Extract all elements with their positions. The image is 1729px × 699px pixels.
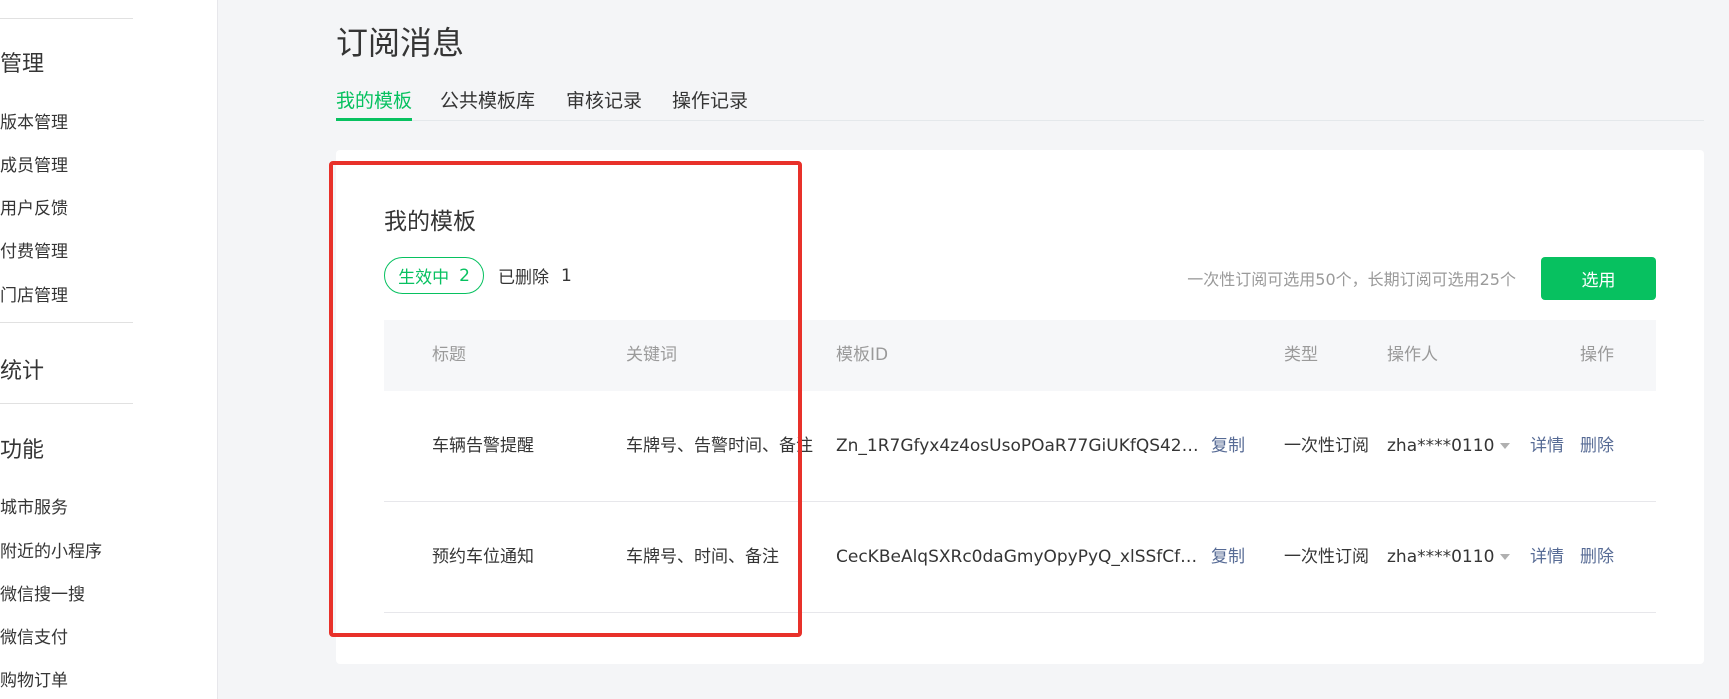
delete-button[interactable]: 删除 (1580, 391, 1614, 502)
row-template-id: Zn_1R7Gfyx4z4osUsoPOaR77GiUKfQS42LJ... (836, 436, 1201, 456)
tab-public-library[interactable]: 公共模板库 (440, 86, 535, 121)
filter-active[interactable]: 生效中 2 (384, 257, 484, 294)
card-title: 我的模板 (384, 209, 476, 235)
sidebar-item-version[interactable]: 版本管理 (0, 108, 68, 133)
sidebar-item-nearby[interactable]: 附近的小程序 (0, 537, 102, 562)
header-keywords: 关键词 (626, 345, 677, 365)
sidebar-section-stats[interactable]: 统计 (0, 353, 44, 385)
delete-button[interactable]: 删除 (1580, 502, 1614, 613)
row-type: 一次性订阅 (1284, 547, 1369, 567)
table-header: 标题 关键词 模板ID 类型 操作人 操作 (384, 320, 1656, 391)
filter-deleted-count: 1 (561, 265, 572, 286)
row-template-id: CecKBeAlqSXRc0daGmyOpyPyQ_xlSSfCfhu... (836, 547, 1201, 567)
caret-down-icon (1500, 443, 1511, 449)
sidebar-item-stores[interactable]: 门店管理 (0, 281, 68, 306)
select-button[interactable]: 选用 (1541, 257, 1656, 300)
sidebar-section-features[interactable]: 功能 (0, 432, 44, 464)
tab-operation-records[interactable]: 操作记录 (672, 86, 748, 121)
header-template-id: 模板ID (836, 345, 889, 365)
row-type: 一次性订阅 (1284, 436, 1369, 456)
row-title: 车辆告警提醒 (432, 436, 534, 456)
detail-button[interactable]: 详情 (1530, 502, 1564, 613)
filter-deleted[interactable]: 已删除 1 (498, 257, 572, 294)
copy-button[interactable]: 复制 (1211, 502, 1245, 613)
sidebar-divider (0, 322, 133, 323)
tab-bar: 我的模板 公共模板库 审核记录 操作记录 (336, 86, 1704, 121)
row-keywords: 车牌号、时间、备注 (626, 547, 779, 567)
sidebar-divider (0, 18, 133, 19)
sidebar-item-members[interactable]: 成员管理 (0, 151, 68, 176)
sidebar-item-city-service[interactable]: 城市服务 (0, 493, 68, 518)
sidebar-section-manage[interactable]: 管理 (0, 46, 44, 78)
filter-active-label: 生效中 (398, 268, 450, 288)
tab-review-records[interactable]: 审核记录 (566, 86, 642, 121)
sidebar-divider (0, 403, 133, 404)
header-type: 类型 (1284, 345, 1318, 365)
sidebar-item-feedback[interactable]: 用户反馈 (0, 194, 68, 219)
operator-name: zha****0110 (1387, 547, 1495, 567)
row-title: 预约车位通知 (432, 547, 534, 567)
sidebar: 管理 版本管理 成员管理 用户反馈 付费管理 门店管理 统计 功能 城市服务 附… (0, 0, 218, 699)
page-title: 订阅消息 (336, 24, 465, 62)
sidebar-item-wechat-pay[interactable]: 微信支付 (0, 623, 68, 648)
template-card: 我的模板 生效中 2 已删除 1 一次性订阅可选用50个，长期订阅可选用25个 … (336, 150, 1704, 664)
filter-deleted-label: 已删除 (498, 268, 549, 288)
filter-active-count: 2 (459, 265, 470, 286)
caret-down-icon (1500, 554, 1511, 560)
sidebar-item-payment[interactable]: 付费管理 (0, 237, 68, 262)
table-row: 预约车位通知 车牌号、时间、备注 CecKBeAlqSXRc0daGmyOpyP… (384, 502, 1656, 613)
main-content: 订阅消息 我的模板 公共模板库 审核记录 操作记录 我的模板 生效中 2 已删除… (218, 0, 1729, 699)
header-actions: 操作 (1580, 345, 1614, 365)
operator-dropdown[interactable]: zha****0110 (1387, 391, 1511, 502)
operator-name: zha****0110 (1387, 436, 1495, 456)
header-operator: 操作人 (1387, 345, 1438, 365)
limit-hint: 一次性订阅可选用50个，长期订阅可选用25个 (1187, 270, 1516, 289)
detail-button[interactable]: 详情 (1530, 391, 1564, 502)
tab-my-templates[interactable]: 我的模板 (336, 86, 413, 121)
table-row: 车辆告警提醒 车牌号、告警时间、备注 Zn_1R7Gfyx4z4osUsoPOa… (384, 391, 1656, 502)
row-keywords: 车牌号、告警时间、备注 (626, 436, 813, 456)
sidebar-item-search[interactable]: 微信搜一搜 (0, 580, 85, 605)
header-title: 标题 (432, 345, 466, 365)
copy-button[interactable]: 复制 (1211, 391, 1245, 502)
operator-dropdown[interactable]: zha****0110 (1387, 502, 1511, 613)
sidebar-item-orders[interactable]: 购物订单 (0, 666, 68, 691)
